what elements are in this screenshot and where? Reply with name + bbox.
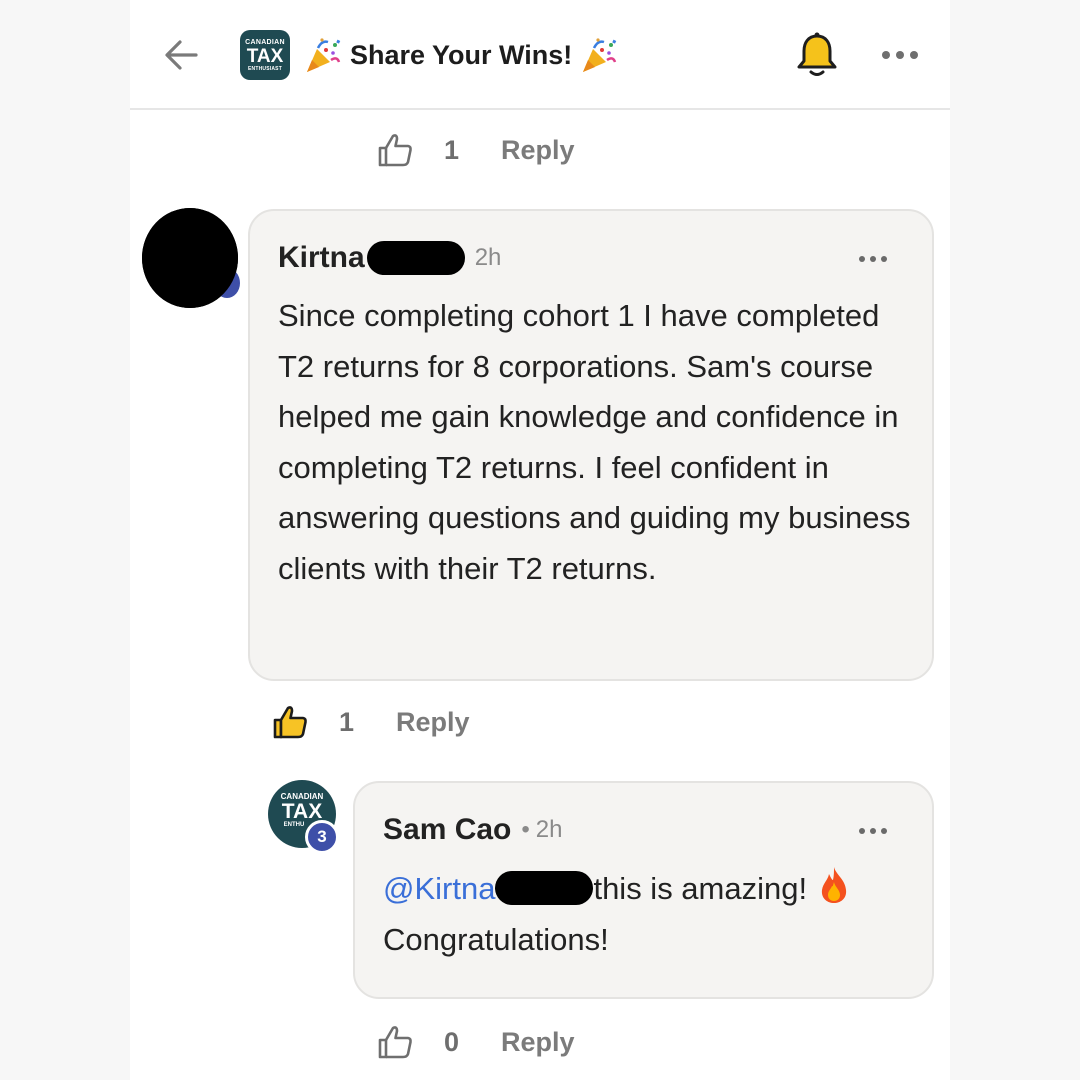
previous-comment-actions: 1 Reply [376,130,575,170]
comment-body: Since completing cohort 1 I have complet… [278,298,911,586]
more-horizontal-icon [882,51,918,59]
top-bar: CANADIAN TAX ENTHUSIAST Share Your Wins! [130,0,950,110]
comment-header: Kirtna 2h [278,241,501,275]
logo-line-3: ENTHUSIAST [248,65,282,72]
comment-author[interactable]: Sam Cao [383,813,511,847]
app-frame: CANADIAN TAX ENTHUSIAST Share Your Wins! [130,0,950,1080]
comment-body: @Kirtna this is amazing! Congratulations! [383,864,923,965]
user-mention[interactable]: @Kirtna [383,871,495,906]
party-popper-icon [307,38,341,72]
bell-icon [797,32,837,76]
reply-button[interactable]: Reply [501,135,575,166]
reply-bubble: Sam Cao • 2h @Kirtna this is amazing! Con… [353,781,934,999]
comment-more-icon[interactable] [856,249,890,269]
comment-author[interactable]: Kirtna [278,241,365,275]
like-button[interactable] [271,703,309,741]
channel-title-text: Share Your Wins! [350,39,573,70]
arrow-left-icon [165,40,198,70]
like-count: 1 [444,134,460,165]
avatar-redaction [142,208,238,308]
avatar-line-3: ENTHU [283,821,305,828]
notifications-button[interactable] [794,30,840,80]
name-redaction [495,871,594,905]
comment-time: 2h [474,244,502,271]
party-popper-icon [583,38,617,72]
back-button[interactable] [160,34,202,76]
community-logo[interactable]: CANADIAN TAX ENTHUSIAST [240,30,290,80]
avatar-line-2: TAX [281,799,323,823]
separator-dot: • [521,816,530,843]
like-count: 0 [444,1026,460,1057]
reply-button[interactable]: Reply [396,707,470,738]
comment-header: Sam Cao • 2h [383,813,563,847]
more-options-button[interactable] [878,40,922,70]
logo-line-2: TAX [246,45,284,67]
fire-icon [821,867,847,903]
like-count: 1 [339,706,355,737]
comment-more-icon[interactable] [856,821,890,841]
comment-text-line-2: Congratulations! [383,921,609,957]
comment-bubble: Kirtna 2h Since completing cohort 1 I ha… [248,209,934,681]
reply-button[interactable]: Reply [501,1027,575,1058]
like-button[interactable] [376,1023,414,1061]
comment-time: 2h [535,816,563,843]
comment-actions: 1 Reply [271,702,470,742]
comment-text: this is amazing! [593,871,808,906]
comment-actions: 0 Reply [376,1022,575,1062]
channel-title: Share Your Wins! [304,34,618,76]
level-badge: 3 [305,820,339,854]
logo-line-1: CANADIAN [245,38,285,46]
name-redaction [366,241,465,275]
like-button[interactable] [376,131,414,169]
